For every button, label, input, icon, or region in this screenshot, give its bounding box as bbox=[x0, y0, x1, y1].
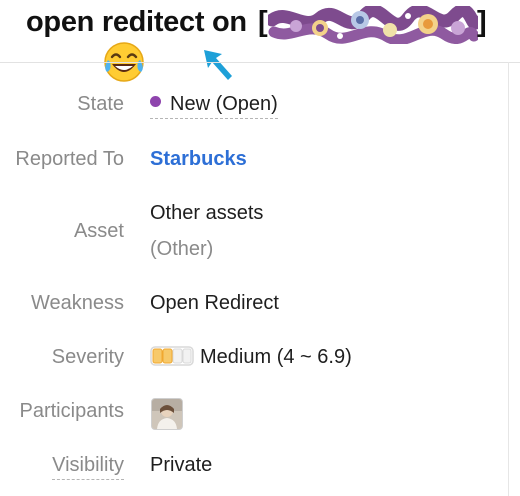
redaction-scribble-icon bbox=[268, 6, 478, 44]
visibility-value: Private bbox=[150, 454, 213, 476]
avatar-photo-icon bbox=[152, 399, 182, 429]
asset-value: Other assets bbox=[150, 202, 264, 224]
report-title: open reditect on bbox=[26, 6, 247, 38]
state-label: State bbox=[77, 93, 124, 115]
asset-type: (Other) bbox=[150, 238, 214, 260]
visibility-label[interactable]: Visibility bbox=[52, 454, 124, 480]
arrow-pointer-icon bbox=[204, 50, 232, 80]
severity-text: Medium (4 ~ 6.9) bbox=[200, 346, 352, 368]
severity-meter-icon bbox=[150, 346, 194, 366]
severity-label: Severity bbox=[51, 346, 124, 368]
report-header: open reditect on [ ] bbox=[0, 0, 520, 82]
state-dot-icon bbox=[150, 96, 161, 107]
header-divider bbox=[0, 62, 520, 63]
bracket-close: ] bbox=[477, 6, 487, 38]
panel-border bbox=[508, 62, 509, 496]
state-value[interactable]: New (Open) bbox=[150, 93, 278, 119]
participant-avatar[interactable] bbox=[151, 398, 183, 430]
state-text: New (Open) bbox=[170, 93, 278, 115]
reported-to-link[interactable]: Starbucks bbox=[150, 148, 247, 171]
asset-label: Asset bbox=[73, 220, 124, 242]
participants-label: Participants bbox=[19, 400, 125, 422]
severity-value: Medium (4 ~ 6.9) bbox=[150, 346, 352, 369]
reported-to-label: Reported To bbox=[15, 148, 124, 170]
bracket-open: [ bbox=[258, 6, 268, 38]
weakness-value: Open Redirect bbox=[150, 292, 279, 314]
weakness-label: Weakness bbox=[30, 292, 124, 314]
report-page: open reditect on [ ] State New (Open) Re… bbox=[0, 0, 520, 496]
